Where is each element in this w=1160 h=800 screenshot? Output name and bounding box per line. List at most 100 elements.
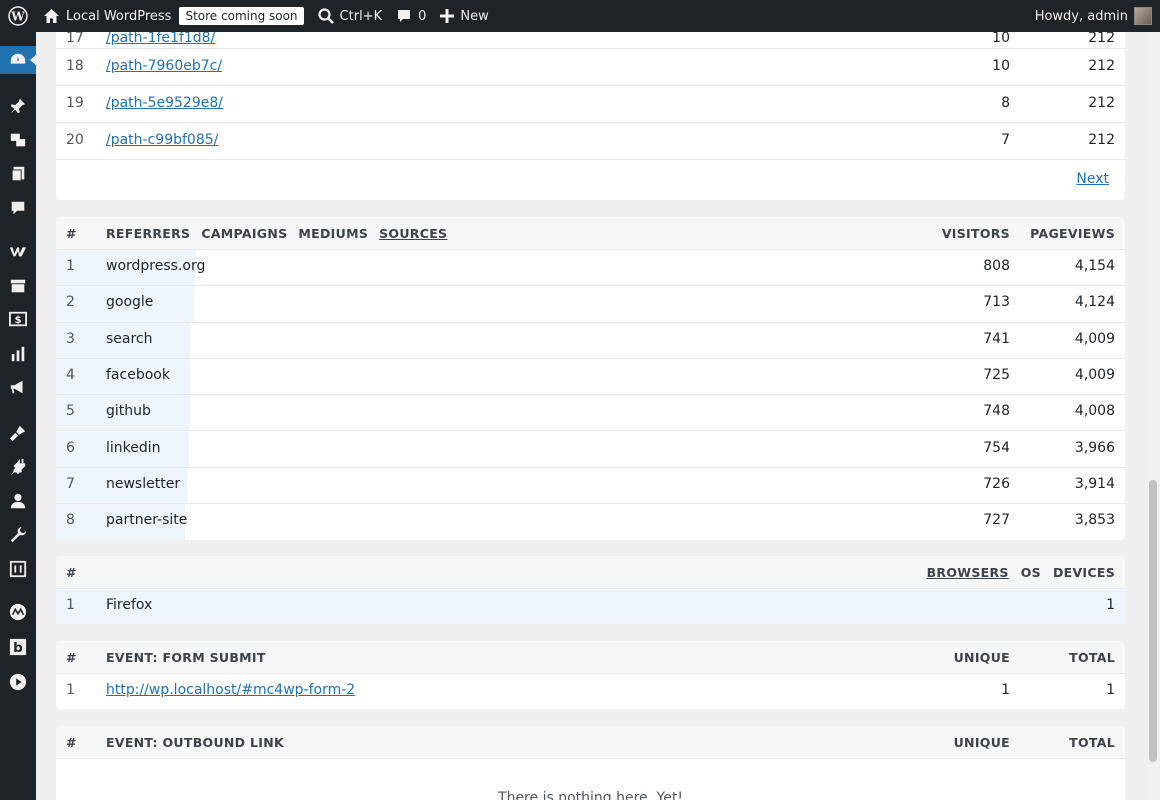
bar-chart-icon — [11, 346, 25, 362]
table-row: 19 /path-5e9529e8/ 8 212 — [56, 86, 1125, 123]
tab-campaigns[interactable]: CAMPAIGNS — [201, 226, 287, 241]
column-header-pageviews: PAGEVIEWS — [1030, 226, 1115, 241]
wordpress-logo-menu[interactable]: W — [0, 0, 36, 32]
money-icon: $ — [9, 311, 27, 327]
total-value: 1 — [1106, 682, 1115, 698]
page-path-link[interactable]: /path-1fe1f1d8/ — [106, 32, 215, 46]
source-name: github — [106, 403, 151, 420]
pageviews-value: 212 — [1088, 132, 1115, 148]
woo-icon — [9, 247, 27, 257]
sidebar-item-woocommerce[interactable] — [0, 237, 36, 265]
table-row: 5 github 748 4,008 — [56, 395, 1125, 432]
row-number: 6 — [66, 439, 75, 456]
pageviews-value: 3,853 — [1074, 512, 1115, 529]
column-header-visitors: VISITORS — [941, 226, 1010, 241]
next-page-link[interactable]: Next — [1076, 171, 1109, 187]
sidebar-item-settings[interactable] — [0, 555, 36, 583]
play-icon — [9, 673, 27, 691]
page-path-link[interactable]: /path-c99bf085/ — [106, 132, 218, 148]
form-submit-card: # EVENT: FORM SUBMIT UNIQUE TOTAL 1 http… — [56, 641, 1125, 709]
row-number: 8 — [66, 512, 75, 529]
tab-os[interactable]: OS — [1021, 565, 1041, 580]
page-scrollbar[interactable] — [1146, 32, 1160, 800]
comment-bubble-icon — [398, 10, 411, 22]
tab-referrers[interactable]: REFERRERS — [106, 226, 190, 241]
pageviews-value: 4,154 — [1074, 258, 1115, 274]
table-row: 3 search 741 4,009 — [56, 322, 1125, 359]
sidebar-item-users[interactable] — [0, 487, 36, 515]
visitors-value: 741 — [983, 330, 1010, 347]
row-number: 17 — [66, 32, 84, 46]
table-row: 2 google 713 4,124 — [56, 286, 1125, 323]
pin-icon — [10, 98, 26, 114]
column-header-unique: UNIQUE — [953, 650, 1010, 665]
browser-name: Firefox — [106, 597, 153, 613]
site-name: Local WordPress — [66, 8, 172, 24]
tab-sources[interactable]: SOURCES — [379, 226, 447, 241]
table-row: 6 linkedin 754 3,966 — [56, 431, 1125, 468]
sidebar-item-tools[interactable] — [0, 521, 36, 549]
table-row: 1 http://wp.localhost/#mc4wp-form-2 1 1 — [56, 674, 1125, 709]
form-submit-header: # EVENT: FORM SUBMIT UNIQUE TOTAL — [56, 641, 1125, 674]
table-row: 18 /path-7960eb7c/ 10 212 — [56, 49, 1125, 86]
search-shortcut: Ctrl+K — [339, 8, 383, 24]
tab-mediums[interactable]: MEDIUMS — [298, 226, 368, 241]
sidebar-item-media[interactable] — [0, 126, 36, 154]
visitors-value: 7 — [1001, 132, 1010, 148]
command-palette-button[interactable]: Ctrl+K — [311, 0, 390, 32]
sidebar-item-analytics[interactable] — [0, 340, 36, 368]
form-url-link[interactable]: http://wp.localhost/#mc4wp-form-2 — [106, 682, 355, 698]
wrench-icon — [10, 526, 27, 543]
proportion-bar — [56, 589, 1125, 624]
admin-sidebar: $ b — [0, 32, 37, 800]
table-row: 1 Firefox 1 — [56, 589, 1125, 624]
pages-card: 17 /path-1fe1f1d8/ 10 212 18 /path-7960e… — [56, 32, 1125, 200]
sidebar-item-analytics-plugin[interactable] — [0, 598, 36, 626]
wordpress-logo-icon: W — [8, 6, 28, 26]
sidebar-item-comments[interactable] — [0, 194, 36, 222]
sidebar-item-pages[interactable] — [0, 160, 36, 188]
sidebar-item-media-player[interactable] — [0, 668, 36, 696]
admin-bar: W Local WordPress Store coming soon Ctrl… — [0, 0, 1160, 32]
pageviews-value: 4,124 — [1074, 294, 1115, 311]
my-account-menu[interactable]: Howdy, admin — [1028, 0, 1160, 32]
visitors-value: 713 — [983, 294, 1010, 311]
sidebar-item-dashboard[interactable] — [0, 46, 37, 74]
table-row: 7 newsletter 726 3,914 — [56, 467, 1125, 505]
pageviews-value: 4,008 — [1074, 403, 1115, 420]
sidebar-item-appearance[interactable] — [0, 419, 36, 447]
tab-devices[interactable]: DEVICES — [1053, 565, 1115, 580]
howdy-text: Howdy, admin — [1034, 8, 1128, 24]
browsers-tabs: BROWSERS OS DEVICES — [927, 565, 1115, 580]
search-icon — [317, 8, 334, 24]
row-number: 20 — [66, 132, 84, 148]
outbound-link-card: # EVENT: OUTBOUND LINK UNIQUE TOTAL Ther… — [56, 726, 1125, 800]
tab-browsers[interactable]: BROWSERS — [927, 565, 1009, 580]
store-coming-soon-badge[interactable]: Store coming soon — [179, 7, 304, 25]
row-number: 1 — [66, 597, 75, 613]
source-name: google — [106, 294, 154, 311]
plugin-icon — [10, 458, 26, 476]
gauge-icon — [9, 603, 27, 621]
sidebar-item-b-plugin[interactable]: b — [0, 633, 36, 661]
comments-menu[interactable]: 0 — [389, 0, 433, 32]
visitors-value: 726 — [983, 475, 1010, 492]
pageviews-value: 212 — [1088, 95, 1115, 111]
site-name-menu[interactable]: Local WordPress Store coming soon — [36, 0, 311, 32]
comments-count: 0 — [418, 8, 427, 24]
scrollbar-thumb[interactable] — [1149, 480, 1157, 762]
sidebar-item-plugins[interactable] — [0, 453, 36, 481]
column-header-number: # — [66, 226, 77, 241]
plus-icon — [440, 9, 455, 23]
row-number: 19 — [66, 95, 84, 111]
page-path-link[interactable]: /path-7960eb7c/ — [106, 58, 222, 74]
sidebar-item-payments[interactable]: $ — [0, 305, 36, 333]
new-content-menu[interactable]: New — [433, 0, 495, 32]
sidebar-item-products[interactable] — [0, 272, 36, 300]
page-path-link[interactable]: /path-5e9529e8/ — [106, 95, 223, 111]
archive-icon — [10, 279, 26, 293]
sidebar-item-marketing[interactable] — [0, 373, 36, 401]
sidebar-item-posts[interactable] — [0, 92, 36, 120]
avatar — [1134, 7, 1152, 25]
home-icon — [44, 9, 59, 23]
